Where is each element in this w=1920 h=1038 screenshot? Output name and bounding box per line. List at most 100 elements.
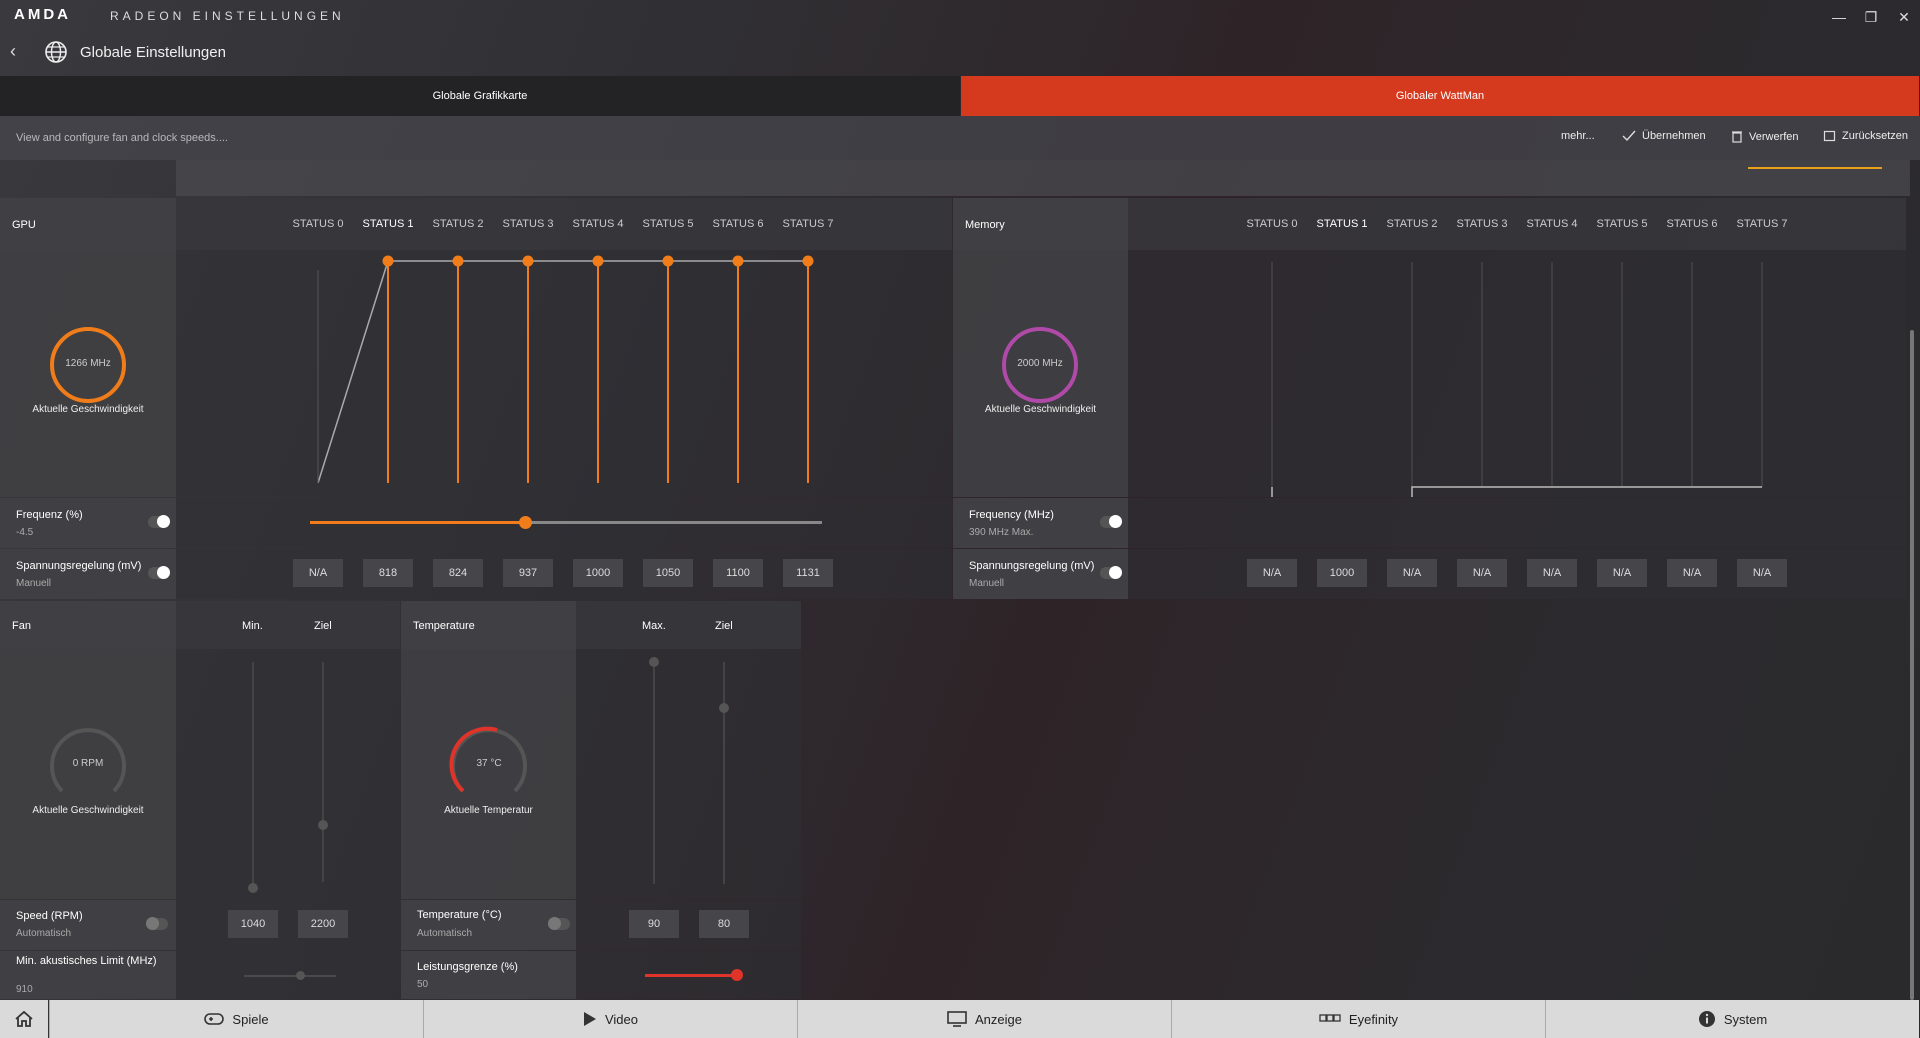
- power-slider-handle[interactable]: [731, 969, 743, 981]
- memory-speed-label: Aktuelle Geschwindigkeit: [984, 404, 1097, 415]
- fan-label: Fan: [12, 620, 31, 632]
- gpu-label: GPU: [12, 219, 36, 231]
- memory-status-5[interactable]: STATUS 5: [1592, 218, 1652, 230]
- tab-global-graphics[interactable]: Globale Grafikkarte: [0, 76, 960, 116]
- gpu-status-6[interactable]: STATUS 6: [708, 218, 768, 230]
- memory-status-4[interactable]: STATUS 4: [1522, 218, 1582, 230]
- page-title: Globale Einstellungen: [80, 44, 226, 61]
- discard-button[interactable]: Verwerfen: [1731, 130, 1799, 143]
- nav-anzeige[interactable]: Anzeige: [797, 1000, 1171, 1038]
- gpu-curve-ramp: [317, 260, 389, 484]
- nav-video[interactable]: Video: [423, 1000, 797, 1038]
- memory-status-3[interactable]: STATUS 3: [1452, 218, 1512, 230]
- temp-max-cell[interactable]: 90: [629, 910, 679, 938]
- power-value: 50: [417, 979, 429, 990]
- tab-global-wattman[interactable]: Globaler WattMan: [961, 76, 1919, 116]
- gpu-status-0[interactable]: STATUS 0: [288, 218, 348, 230]
- more-button[interactable]: mehr...: [1561, 130, 1595, 142]
- gpu-volt-cell-7[interactable]: 1131: [783, 559, 833, 587]
- apply-label: Übernehmen: [1642, 130, 1706, 142]
- scrollbar[interactable]: [1910, 330, 1914, 1000]
- reset-button[interactable]: Zurücksetzen: [1823, 130, 1908, 142]
- memory-volt-cell-0[interactable]: N/A: [1247, 559, 1297, 587]
- memory-volt-cell-7[interactable]: N/A: [1737, 559, 1787, 587]
- back-arrow-icon[interactable]: ‹: [10, 41, 16, 62]
- fan-columns-header: [176, 601, 400, 649]
- memory-volt-toggle[interactable]: [1100, 566, 1122, 579]
- minimize-button[interactable]: —: [1828, 6, 1850, 28]
- fan-speed-label: Aktuelle Geschwindigkeit: [32, 805, 144, 816]
- memory-status-2[interactable]: STATUS 2: [1382, 218, 1442, 230]
- memory-status-7[interactable]: STATUS 7: [1732, 218, 1792, 230]
- temp-toggle[interactable]: [548, 917, 570, 930]
- gpu-freq-slider-handle[interactable]: [519, 516, 533, 529]
- monitor-icon: [947, 1011, 967, 1027]
- temp-columns-header: [576, 601, 801, 649]
- memory-status-6[interactable]: STATUS 6: [1662, 218, 1722, 230]
- temp-target-cell[interactable]: 80: [699, 910, 749, 938]
- gpu-state-1-point: [382, 255, 394, 267]
- page-description: View and configure fan and clock speeds.…: [16, 132, 228, 144]
- gpu-volt-toggle[interactable]: [148, 566, 170, 579]
- eyefinity-icon: [1319, 1013, 1341, 1025]
- memory-freq-toggle[interactable]: [1100, 515, 1122, 528]
- gpu-freq-toggle[interactable]: [148, 515, 170, 528]
- nav-system[interactable]: System: [1545, 1000, 1919, 1038]
- memory-freq-area: [1128, 498, 1906, 548]
- temp-slider-area: [576, 649, 801, 899]
- gpu-volt-cell-3[interactable]: 937: [503, 559, 553, 587]
- temp-max-handle[interactable]: [649, 657, 659, 667]
- gpu-status-7[interactable]: STATUS 7: [778, 218, 838, 230]
- gpu-status-4[interactable]: STATUS 4: [568, 218, 628, 230]
- fan-target-slider[interactable]: [322, 662, 324, 882]
- fan-speed-min-cell[interactable]: 1040: [228, 910, 278, 938]
- nav-spiele[interactable]: Spiele: [49, 1000, 423, 1038]
- gpu-status-5[interactable]: STATUS 5: [638, 218, 698, 230]
- restore-button[interactable]: ❐: [1860, 6, 1882, 28]
- reset-icon: [1823, 130, 1836, 142]
- temp-target-handle[interactable]: [719, 703, 729, 713]
- fan-speed-target-cell[interactable]: 2200: [298, 910, 348, 938]
- gpu-state-4-point: [592, 255, 604, 267]
- gpu-status-1[interactable]: STATUS 1: [358, 218, 418, 230]
- gpu-volt-cell-6[interactable]: 1100: [713, 559, 763, 587]
- gpu-volt-mode: Manuell: [16, 578, 52, 589]
- gpu-volt-cell-4[interactable]: 1000: [573, 559, 623, 587]
- home-button[interactable]: [0, 1000, 48, 1038]
- memory-status-1[interactable]: STATUS 1: [1312, 218, 1372, 230]
- nav-label: Anzeige: [975, 1011, 1022, 1027]
- fan-target-handle[interactable]: [318, 820, 328, 830]
- nav-eyefinity[interactable]: Eyefinity: [1171, 1000, 1545, 1038]
- memory-volt-cell-5[interactable]: N/A: [1597, 559, 1647, 587]
- gpu-status-3[interactable]: STATUS 3: [498, 218, 558, 230]
- gpu-volt-cell-2[interactable]: 824: [433, 559, 483, 587]
- fan-acoustic-label: Min. akustisches Limit (MHz): [16, 955, 157, 967]
- memory-volt-cell-4[interactable]: N/A: [1527, 559, 1577, 587]
- memory-volt-cell-2[interactable]: N/A: [1387, 559, 1437, 587]
- power-slider-fill: [645, 974, 737, 977]
- more-label: mehr...: [1561, 130, 1595, 142]
- temp-max-slider[interactable]: [653, 662, 655, 884]
- memory-status-0[interactable]: STATUS 0: [1242, 218, 1302, 230]
- memory-volt-cells-area: [1128, 549, 1906, 599]
- fan-acoustic-handle[interactable]: [296, 971, 305, 980]
- gpu-state-6-point: [732, 255, 744, 267]
- sub-header-strip: [176, 160, 1910, 196]
- memory-volt-cell-6[interactable]: N/A: [1667, 559, 1717, 587]
- gpu-volt-cell-1[interactable]: 818: [363, 559, 413, 587]
- close-button[interactable]: ✕: [1893, 6, 1915, 28]
- fan-acoustic-value: 910: [16, 984, 33, 995]
- gpu-volt-cell-5[interactable]: 1050: [643, 559, 693, 587]
- memory-volt-cell-1[interactable]: 1000: [1317, 559, 1367, 587]
- gpu-status-2[interactable]: STATUS 2: [428, 218, 488, 230]
- fan-acoustic-slider[interactable]: [244, 975, 336, 977]
- fan-min-handle[interactable]: [248, 883, 258, 893]
- apply-button[interactable]: Übernehmen: [1622, 130, 1706, 142]
- fan-speed-toggle[interactable]: [146, 917, 168, 930]
- fan-min-slider[interactable]: [252, 662, 254, 888]
- memory-freq-value: 390 MHz Max.: [969, 527, 1034, 538]
- gpu-volt-cell-0[interactable]: N/A: [293, 559, 343, 587]
- memory-volt-cell-3[interactable]: N/A: [1457, 559, 1507, 587]
- temp-target-slider[interactable]: [723, 662, 725, 884]
- nav-label: Video: [604, 1011, 638, 1027]
